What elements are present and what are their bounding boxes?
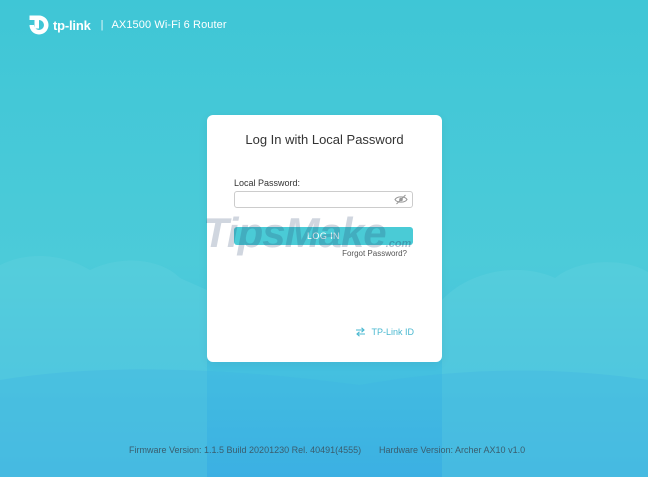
password-label: Local Password: [234,178,301,188]
header-separator: | [100,19,104,31]
brand-logo: tp-link [28,14,91,36]
login-button[interactable]: LOG IN [234,227,413,245]
password-input[interactable] [235,194,389,210]
login-card: Log In with Local Password Local Passwor… [207,115,442,362]
firmware-version: Firmware Version: 1.1.5 Build 20201230 R… [129,445,362,455]
tp-link-logo-icon [29,15,49,35]
brand-name: tp-link [53,17,91,33]
tplink-id-link[interactable]: TP-Link ID [355,327,414,337]
footer: Firmware Version: 1.1.5 Build 20201230 R… [0,445,648,457]
swap-arrows-icon [356,327,366,337]
router-model: AX1500 Wi-Fi 6 Router [111,19,227,31]
eye-slash-icon[interactable] [394,194,408,205]
forgot-password-link[interactable]: Forgot Password? [342,249,407,258]
hardware-version: Hardware Version: Archer AX10 v1.0 [379,445,526,455]
password-field[interactable] [234,191,413,210]
tplink-id-label: TP-Link ID [371,327,414,337]
top-header: tp-link | AX1500 Wi-Fi 6 Router [28,12,227,38]
login-title: Log In with Local Password [245,132,404,147]
